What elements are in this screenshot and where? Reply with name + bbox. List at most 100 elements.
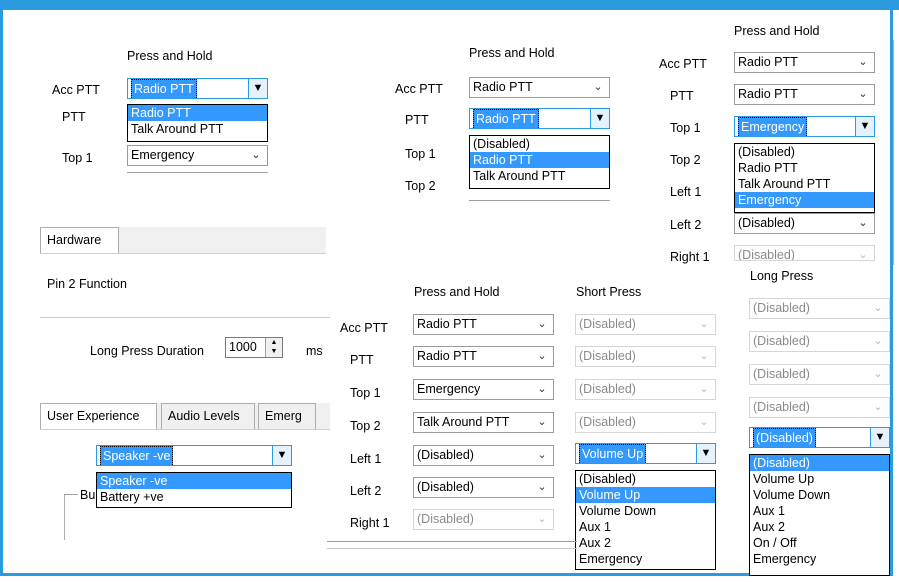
right1-label: Right 1 bbox=[670, 250, 710, 264]
chevron-down-icon[interactable]: ⌄ bbox=[535, 347, 549, 366]
long-press-dropdown-1: (Disabled) ⌄ bbox=[749, 298, 890, 319]
ptt-short-dropdown: (Disabled) ⌄ bbox=[575, 346, 716, 367]
option-emergency[interactable]: Emergency bbox=[735, 192, 874, 208]
chevron-down-icon[interactable]: ▼ bbox=[248, 79, 267, 98]
option-disabled[interactable]: (Disabled) bbox=[470, 136, 609, 152]
unit-label: ms bbox=[306, 344, 323, 358]
short-press-header: Short Press bbox=[576, 285, 642, 299]
press-hold-header: Press and Hold bbox=[127, 49, 213, 63]
option-talk-around-ptt[interactable]: Talk Around PTT bbox=[470, 168, 609, 184]
ptt-dropdown[interactable]: Radio PTT ⌄ bbox=[734, 84, 875, 105]
option-aux1[interactable]: Aux 1 bbox=[750, 503, 889, 519]
ptt-label: PTT bbox=[62, 110, 86, 124]
top2-hold-dropdown[interactable]: Talk Around PTT ⌄ bbox=[413, 412, 554, 433]
group-label: Bu bbox=[80, 488, 96, 502]
chevron-down-icon[interactable]: ⌄ bbox=[856, 53, 870, 72]
option-speaker-ve[interactable]: Speaker -ve bbox=[97, 473, 291, 489]
chevron-down-icon[interactable]: ▼ bbox=[696, 444, 715, 463]
chevron-down-icon: ⌄ bbox=[873, 368, 883, 380]
option-emergency[interactable]: Emergency bbox=[750, 551, 889, 567]
tab-audio-levels[interactable]: Audio Levels bbox=[161, 403, 255, 429]
ptt-label: PTT bbox=[350, 353, 374, 367]
chevron-down-icon[interactable]: ▼ bbox=[272, 446, 291, 465]
spin-arrows-icon[interactable]: ▲ ▼ bbox=[265, 338, 282, 357]
option-radio-ptt[interactable]: Radio PTT bbox=[735, 160, 874, 176]
speaker-options: Speaker -ve Battery +ve bbox=[96, 472, 292, 508]
speaker-dropdown[interactable]: Speaker -ve ▼ bbox=[96, 445, 292, 466]
chevron-down-icon: ⌄ bbox=[699, 383, 709, 395]
left2-dropdown[interactable]: (Disabled) ⌄ bbox=[734, 213, 875, 234]
tab-hardware[interactable]: Hardware bbox=[40, 227, 119, 253]
left1-short-dropdown[interactable]: Volume Up ▼ bbox=[575, 443, 716, 464]
chevron-down-icon[interactable]: ⌄ bbox=[249, 146, 263, 165]
duration-value[interactable]: 1000 bbox=[229, 340, 257, 354]
acc-ptt-dropdown[interactable]: Radio PTT ⌄ bbox=[734, 52, 875, 73]
chevron-down-icon[interactable]: ▼ bbox=[870, 428, 889, 447]
option-volume-up[interactable]: Volume Up bbox=[576, 487, 715, 503]
option-battery-ve[interactable]: Battery +ve bbox=[97, 489, 291, 505]
divider bbox=[40, 317, 330, 318]
tab-emergency[interactable]: Emerg bbox=[258, 403, 316, 429]
acc-ptt-hold-dropdown[interactable]: Radio PTT ⌄ bbox=[413, 314, 554, 335]
chevron-down-icon: ⌄ bbox=[537, 513, 547, 525]
option-on-off[interactable]: On / Off bbox=[750, 535, 889, 551]
chevron-down-icon[interactable]: ⌄ bbox=[535, 380, 549, 399]
acc-ptt-label: Acc PTT bbox=[659, 57, 707, 71]
option-aux1[interactable]: Aux 1 bbox=[576, 519, 715, 535]
left1-label: Left 1 bbox=[670, 185, 702, 199]
top1-dropdown[interactable]: Emergency ⌄ bbox=[127, 145, 268, 166]
acc-ptt-label: Acc PTT bbox=[340, 321, 388, 335]
top1-label: Top 1 bbox=[350, 386, 381, 400]
chevron-down-icon: ⌄ bbox=[699, 416, 709, 428]
top2-label: Top 2 bbox=[350, 419, 381, 433]
long-press-duration-label: Long Press Duration bbox=[90, 344, 204, 358]
chevron-down-icon[interactable]: ⌄ bbox=[535, 446, 549, 465]
option-disabled[interactable]: (Disabled) bbox=[576, 471, 715, 487]
ptt-hold-dropdown[interactable]: Radio PTT ⌄ bbox=[413, 346, 554, 367]
long-press-duration-stepper[interactable]: 1000 ▲ ▼ bbox=[225, 337, 283, 358]
chevron-down-icon: ⌄ bbox=[699, 318, 709, 330]
acc-ptt-dropdown[interactable]: Radio PTT ▼ bbox=[127, 78, 268, 99]
top2-label: Top 2 bbox=[405, 179, 436, 193]
option-disabled[interactable]: (Disabled) bbox=[735, 144, 874, 160]
long-press-header: Long Press bbox=[750, 269, 814, 283]
option-radio-ptt[interactable]: Radio PTT bbox=[470, 152, 609, 168]
tab-user-experience[interactable]: User Experience bbox=[40, 403, 157, 429]
chevron-down-icon[interactable]: ⌄ bbox=[856, 85, 870, 104]
left1-label: Left 1 bbox=[350, 452, 382, 466]
option-aux2[interactable]: Aux 2 bbox=[576, 535, 715, 551]
acc-ptt-label: Acc PTT bbox=[52, 83, 100, 97]
chevron-down-icon: ⌄ bbox=[873, 401, 883, 413]
top1-hold-dropdown[interactable]: Emergency ⌄ bbox=[413, 379, 554, 400]
option-volume-down[interactable]: Volume Down bbox=[576, 503, 715, 519]
left2-hold-dropdown[interactable]: (Disabled) ⌄ bbox=[413, 477, 554, 498]
chevron-down-icon[interactable]: ⌄ bbox=[535, 315, 549, 334]
press-hold-header: Press and Hold bbox=[734, 24, 820, 38]
option-disabled[interactable]: (Disabled) bbox=[750, 455, 889, 471]
divider bbox=[127, 172, 268, 173]
divider bbox=[327, 541, 577, 542]
chevron-down-icon[interactable]: ⌄ bbox=[856, 214, 870, 233]
left2-label: Left 2 bbox=[670, 218, 702, 232]
chevron-down-icon[interactable]: ▼ bbox=[855, 117, 874, 136]
option-talk-around-ptt[interactable]: Talk Around PTT bbox=[735, 176, 874, 192]
option-talk-around-ptt[interactable]: Talk Around PTT bbox=[128, 121, 267, 137]
acc-ptt-dropdown[interactable]: Radio PTT ⌄ bbox=[469, 77, 610, 98]
left1-hold-dropdown[interactable]: (Disabled) ⌄ bbox=[413, 445, 554, 466]
option-emergency[interactable]: Emergency bbox=[576, 551, 715, 567]
option-volume-up[interactable]: Volume Up bbox=[750, 471, 889, 487]
chevron-down-icon: ⌄ bbox=[873, 335, 883, 347]
long-press-dropdown-5[interactable]: (Disabled) ▼ bbox=[749, 427, 890, 448]
option-radio-ptt[interactable]: Radio PTT bbox=[128, 105, 267, 121]
option-aux2[interactable]: Aux 2 bbox=[750, 519, 889, 535]
acc-ptt-options: Radio PTT Talk Around PTT bbox=[127, 104, 268, 142]
option-volume-down[interactable]: Volume Down bbox=[750, 487, 889, 503]
group-border bbox=[64, 495, 65, 540]
chevron-down-icon[interactable]: ⌄ bbox=[535, 413, 549, 432]
chevron-down-icon: ⌄ bbox=[873, 302, 883, 314]
chevron-down-icon[interactable]: ⌄ bbox=[591, 78, 605, 97]
ptt-dropdown[interactable]: Radio PTT ▼ bbox=[469, 108, 610, 129]
chevron-down-icon[interactable]: ▼ bbox=[590, 109, 609, 128]
top1-dropdown[interactable]: Emergency ▼ bbox=[734, 116, 875, 137]
chevron-down-icon[interactable]: ⌄ bbox=[535, 478, 549, 497]
